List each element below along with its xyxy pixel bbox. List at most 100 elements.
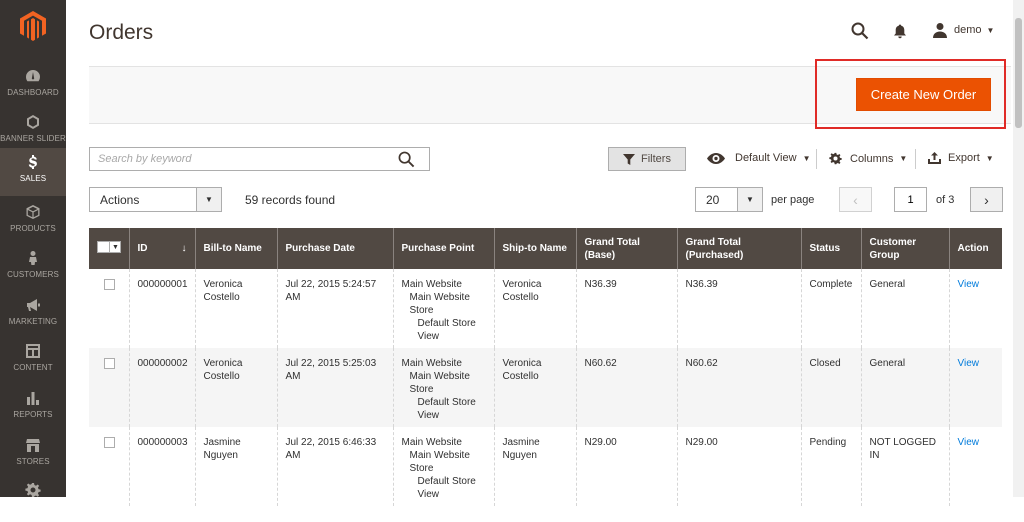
cell-action: View	[948, 348, 1002, 427]
previous-page-button[interactable]: ‹	[839, 187, 872, 212]
bell-icon	[894, 24, 906, 39]
purchase-point-store: Main Website Store	[409, 450, 470, 474]
user-account-menu[interactable]: demo ▼	[932, 22, 994, 38]
column-header-customer-group[interactable]: Customer Group	[860, 228, 949, 269]
user-icon	[933, 23, 947, 38]
megaphone-icon	[27, 299, 40, 311]
column-header-grand-total-base[interactable]: Grand Total (Base)	[575, 228, 677, 269]
sidebar-item-label: MARKETING	[8, 317, 58, 326]
create-new-order-button[interactable]: Create New Order	[856, 78, 991, 111]
columns-dropdown[interactable]: Columns ▼	[829, 152, 907, 165]
column-header-purchase-date[interactable]: Purchase Date	[276, 228, 393, 269]
row-checkbox[interactable]	[104, 358, 115, 369]
scrollbar-thumb[interactable]	[1015, 18, 1022, 128]
default-view-dropdown[interactable]: Default View ▼	[707, 152, 810, 164]
chevron-down-icon: ▼	[196, 188, 221, 211]
cell-status: Complete	[800, 269, 861, 348]
view-order-link[interactable]: View	[958, 279, 980, 290]
sidebar-item-dashboard[interactable]: DASHBOARD	[0, 62, 66, 108]
purchase-point-view: Default Store View	[417, 318, 476, 342]
header-label: ID	[137, 243, 148, 254]
sidebar-item-label: DASHBOARD	[7, 88, 59, 97]
cell-status: Pending	[800, 427, 861, 506]
export-icon	[928, 152, 941, 164]
purchase-point-store: Main Website Store	[409, 371, 470, 395]
sidebar-item-customers[interactable]: CUSTOMERS	[0, 244, 66, 290]
column-header-action: Action	[948, 228, 1002, 269]
sidebar-item-marketing[interactable]: MARKETING	[0, 291, 66, 337]
column-header-ship-to[interactable]: Ship-to Name	[493, 228, 576, 269]
column-header-id[interactable]: ID ↓	[128, 228, 195, 269]
sidebar-item-stores[interactable]: STORES	[0, 431, 66, 477]
page-scrollbar[interactable]	[1013, 0, 1024, 497]
sidebar-item-products[interactable]: PRODUCTS	[0, 198, 66, 244]
admin-sidebar: DASHBOARD BANNER SLIDER SALES PRODUCTS C…	[0, 0, 66, 497]
cell-purchase-date: Jul 22, 2015 6:46:33 AM	[276, 427, 393, 506]
sidebar-item-label: SALES	[19, 174, 47, 183]
chevron-down-icon: ▼	[737, 188, 762, 211]
next-page-button[interactable]: ›	[970, 187, 1003, 212]
dashboard-icon	[26, 70, 40, 82]
column-header-bill-to[interactable]: Bill-to Name	[194, 228, 277, 269]
sidebar-item-label: PRODUCTS	[10, 224, 56, 233]
sidebar-item-content[interactable]: CONTENT	[0, 337, 66, 383]
cell-bill-to: Veronica Costello	[194, 269, 277, 348]
row-checkbox[interactable]	[104, 437, 115, 448]
search-input[interactable]	[90, 148, 390, 170]
funnel-icon	[623, 153, 636, 165]
store-icon	[26, 439, 40, 452]
current-page-input[interactable]	[894, 187, 927, 212]
layout-icon	[26, 344, 40, 358]
hexagon-icon	[27, 115, 39, 129]
page-title: Orders	[89, 21, 154, 44]
view-order-link[interactable]: View	[958, 437, 980, 448]
default-view-label: Default View	[735, 152, 797, 164]
sidebar-item-system[interactable]	[0, 476, 66, 522]
filters-button[interactable]: Filters	[608, 147, 686, 171]
notifications-button[interactable]	[893, 24, 907, 44]
magento-logo-icon	[20, 11, 46, 41]
cell-customer-group: General	[860, 348, 949, 427]
sidebar-item-label: STORES	[16, 457, 50, 466]
view-order-link[interactable]: View	[958, 358, 980, 369]
column-header-grand-total-purchased[interactable]: Grand Total (Purchased)	[676, 228, 801, 269]
cell-grand-total-base: N36.39	[575, 269, 677, 348]
export-dropdown[interactable]: Export ▼	[928, 152, 994, 164]
sort-arrow-icon: ↓	[181, 243, 187, 254]
sidebar-item-label: BANNER SLIDER	[0, 134, 66, 143]
cell-purchase-point: Main Website Main Website Store Default …	[392, 427, 494, 506]
sidebar-item-label: CONTENT	[13, 363, 53, 372]
cell-ship-to: Veronica Costello	[493, 269, 576, 348]
column-header-purchase-point[interactable]: Purchase Point	[392, 228, 494, 269]
columns-label: Columns	[850, 152, 894, 165]
dollar-icon	[28, 155, 37, 169]
search-submit-button[interactable]	[398, 151, 415, 173]
cell-ship-to: Jasmine Nguyen	[493, 427, 576, 506]
cell-action: View	[948, 427, 1002, 506]
table-row: 000000003 Jasmine Nguyen Jul 22, 2015 6:…	[89, 427, 1002, 506]
search-icon	[398, 151, 415, 168]
sidebar-item-label: REPORTS	[13, 410, 53, 419]
cell-status: Closed	[800, 348, 861, 427]
per-page-dropdown[interactable]: 20 ▼	[695, 187, 763, 212]
cell-bill-to: Jasmine Nguyen	[194, 427, 277, 506]
mass-select-checkbox[interactable]: ▼	[97, 241, 121, 253]
records-count: 59 records found	[245, 193, 336, 207]
column-header-status[interactable]: Status	[800, 228, 861, 269]
sidebar-item-sales[interactable]: SALES	[0, 148, 66, 196]
cell-customer-group: General	[860, 269, 949, 348]
table-row: 000000002 Veronica Costello Jul 22, 2015…	[89, 348, 1002, 427]
magento-logo[interactable]	[0, 0, 66, 52]
mass-actions-dropdown[interactable]: Actions ▼	[89, 187, 222, 212]
purchase-point-store: Main Website Store	[409, 292, 470, 316]
chevron-down-icon: ▼	[112, 243, 119, 251]
row-checkbox[interactable]	[104, 279, 115, 290]
total-pages-label: of 3	[936, 194, 955, 206]
global-search-button[interactable]	[851, 22, 869, 45]
sidebar-item-reports[interactable]: REPORTS	[0, 384, 66, 430]
purchase-point-website: Main Website	[401, 358, 462, 369]
sidebar-item-label: CUSTOMERS	[7, 270, 59, 279]
cell-ship-to: Veronica Costello	[493, 348, 576, 427]
purchase-point-website: Main Website	[401, 437, 462, 448]
row-select-cell	[89, 269, 129, 348]
